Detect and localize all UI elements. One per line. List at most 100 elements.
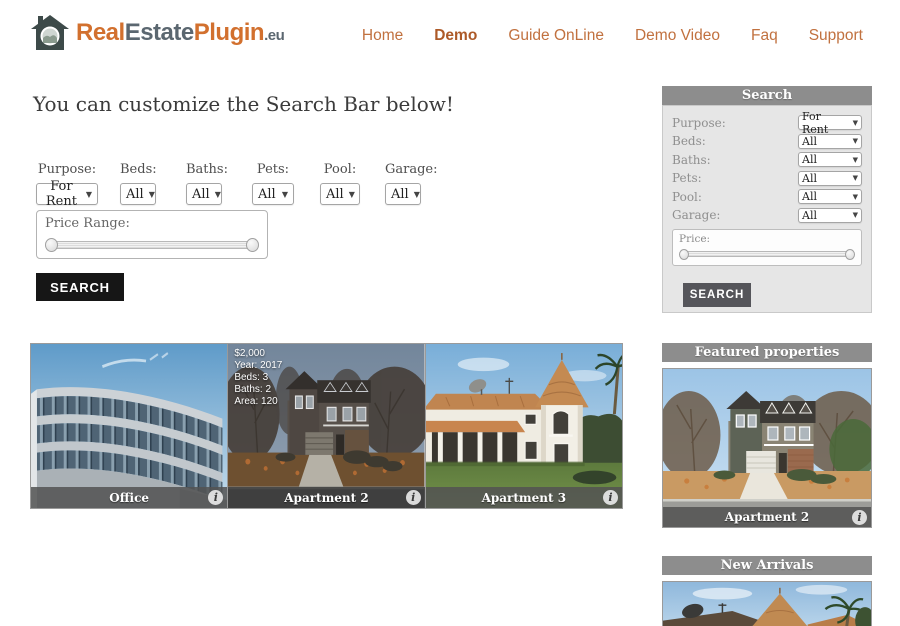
field-baths: Baths: All ▼ [186,162,228,205]
field-purpose: Purpose: For Rent ▼ [36,162,98,209]
listing-caption-bar: Apartment 2 i [228,487,425,508]
apartment-3-photo [425,344,622,508]
dropdown-arrow-icon: ▼ [852,211,858,219]
sidebar-field-beds: Beds: All ▼ [672,133,862,149]
nav-item-faq[interactable]: Faq [751,27,778,45]
site-logo[interactable]: RealEstatePlugin.eu [30,14,285,52]
page-title: You can customize the Search Bar below! [33,92,454,116]
beds-select[interactable]: All ▼ [120,183,156,205]
sidebar-field-pool: Pool: All ▼ [672,189,862,204]
sidebar-pets-select[interactable]: All ▼ [798,170,862,186]
listing-title: Apartment 2 [284,490,369,505]
sidebar-purpose-select[interactable]: For Rent ▼ [798,110,862,136]
beds-label: Beds: [120,162,157,177]
sidebar-garage-select[interactable]: All ▼ [798,207,862,223]
featured-properties-header: Featured properties [662,343,872,362]
listing-overlay-details: $2,000 Year: 2017 Beds: 3 Baths: 2 Area:… [234,348,282,408]
baths-select[interactable]: All ▼ [186,183,222,205]
main-nav: Home Demo Guide OnLine Demo Video Faq Su… [362,27,863,45]
price-range-label: Price Range: [45,216,130,231]
sidebar-search-widget: Purpose: For Rent ▼ Beds: All ▼ Baths: All… [662,105,872,313]
nav-item-support[interactable]: Support [809,27,863,45]
dropdown-arrow-icon: ▼ [852,137,858,145]
price-range-box: Price Range: [36,210,268,259]
baths-label: Baths: [186,162,228,177]
garage-label: Garage: [385,162,438,177]
new-arrivals-header: New Arrivals [662,556,872,575]
sidebar-baths-select[interactable]: All ▼ [798,152,862,167]
listing-card-office[interactable]: Office i [30,343,229,509]
overlay-year: Year: 2017 [234,360,283,371]
nav-item-guide-online[interactable]: Guide OnLine [508,27,604,45]
logo-text: RealEstatePlugin.eu [76,19,285,46]
listing-card-apartment-3[interactable]: Apartment 3 i [425,343,623,509]
field-garage: Garage: All ▼ [385,162,438,205]
field-pets: Pets: All ▼ [252,162,294,205]
slider-min-handle[interactable] [45,238,58,252]
purpose-select[interactable]: For Rent ▼ [36,179,98,209]
overlay-price: $2,000 [234,348,265,359]
new-arrival-photo [663,582,871,626]
garage-select[interactable]: All ▼ [385,183,421,205]
featured-apartment-2-photo [663,369,871,527]
sidebar-price-slider[interactable] [679,248,855,260]
sidebar-field-purpose: Purpose: For Rent ▼ [672,110,862,136]
info-icon[interactable]: i [602,490,618,505]
dropdown-arrow-icon: ▼ [348,189,355,199]
info-icon[interactable]: i [852,510,867,525]
purpose-label: Purpose: [37,162,97,177]
dropdown-arrow-icon: ▼ [852,155,858,164]
pets-label: Pets: [256,162,290,177]
page: RealEstatePlugin.eu Home Demo Guide OnLi… [0,0,900,626]
nav-item-demo[interactable]: Demo [434,27,477,45]
listing-card-apartment-2[interactable]: $2,000 Year: 2017 Beds: 3 Baths: 2 Area:… [228,343,426,509]
search-button[interactable]: SEARCH [36,273,124,301]
pets-select[interactable]: All ▼ [252,183,294,205]
dropdown-arrow-icon: ▼ [85,189,92,199]
office-photo [31,344,228,508]
overlay-area: Area: 120 [234,396,278,407]
sidebar-search-button[interactable]: SEARCH [683,282,751,307]
dropdown-arrow-icon: ▼ [148,189,155,199]
dropdown-arrow-icon: ▼ [281,189,288,199]
new-arrival-property-card[interactable] [662,581,872,626]
slider-track [681,250,853,257]
slider-max-handle[interactable] [246,238,259,252]
field-pool: Pool: All ▼ [320,162,360,205]
dropdown-arrow-icon: ▼ [413,189,420,199]
dropdown-arrow-icon: ▼ [214,189,221,199]
featured-property-card[interactable]: Apartment 2 i [662,368,872,528]
overlay-beds: Beds: 3 [234,372,269,383]
overlay-baths: Baths: 2 [234,384,272,395]
pool-select[interactable]: All ▼ [320,183,360,205]
price-range-slider[interactable] [45,238,259,252]
nav-item-home[interactable]: Home [362,27,403,45]
sidebar-beds-select[interactable]: All ▼ [798,133,862,149]
house-logo-icon [31,15,69,50]
featured-caption-bar: Apartment 2 i [663,507,871,527]
dropdown-arrow-icon: ▼ [852,192,858,201]
sidebar-price-box: Price: [672,228,862,266]
sidebar-search-header: Search [662,86,872,105]
sidebar-field-baths: Baths: All ▼ [672,152,862,167]
listing-caption-bar: Apartment 3 i [425,487,622,508]
slider-track [47,241,257,249]
dropdown-arrow-icon: ▼ [852,174,858,182]
listing-caption-bar: Office i [31,487,228,508]
listing-title: Office [109,490,150,505]
sidebar-price-label: Price: [679,232,711,245]
sidebar-field-garage: Garage: All ▼ [672,207,862,223]
info-icon[interactable]: i [405,490,421,505]
nav-item-demo-video[interactable]: Demo Video [635,27,720,45]
info-icon[interactable]: i [208,490,224,505]
field-beds: Beds: All ▼ [120,162,157,205]
sidebar-field-pets: Pets: All ▼ [672,170,862,186]
sidebar-pool-select[interactable]: All ▼ [798,189,862,204]
featured-property-title: Apartment 2 [724,510,810,524]
slider-min-handle[interactable] [679,248,689,260]
slider-max-handle[interactable] [845,248,855,260]
pool-label: Pool: [323,162,357,177]
dropdown-arrow-icon: ▼ [852,118,858,127]
listing-title: Apartment 3 [481,490,567,505]
listings-row: Office i $2,000 Year: 2017 Beds: 3 Baths… [30,343,623,509]
